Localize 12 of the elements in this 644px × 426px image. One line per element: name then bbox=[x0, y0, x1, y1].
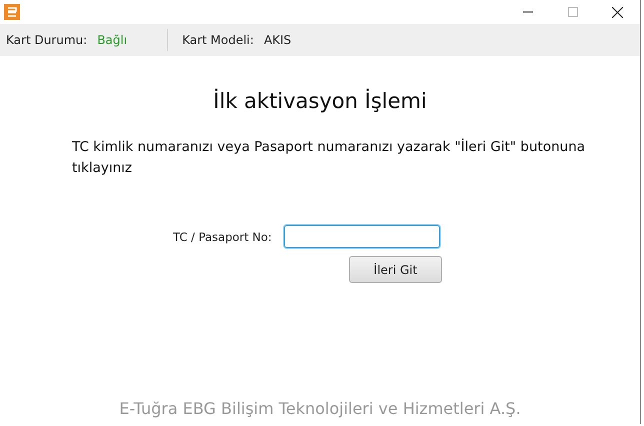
instructions-text: TC kimlik numaranızı veya Pasaport numaranızı yazarak "İleri Git" butonuna tıklayınız bbox=[72, 138, 586, 178]
id-input-field[interactable] bbox=[284, 225, 440, 248]
app-logo-icon bbox=[4, 4, 20, 20]
card-model-value: AKIS bbox=[264, 33, 292, 47]
next-button[interactable]: İleri Git bbox=[349, 256, 442, 283]
id-field-label: TC / Pasaport No: bbox=[173, 230, 272, 244]
card-status-label: Kart Durumu: bbox=[6, 33, 88, 47]
footer-text: E-Tuğra EBG Bilişim Teknolojileri ve Hizmetleri A.Ş. bbox=[118, 399, 522, 418]
card-status-value: Bağlı bbox=[97, 33, 128, 47]
close-icon[interactable] bbox=[612, 6, 623, 18]
card-model-label: Kart Modeli: bbox=[182, 33, 254, 47]
page-heading: İlk aktivasyon İşlemi bbox=[212, 89, 428, 113]
